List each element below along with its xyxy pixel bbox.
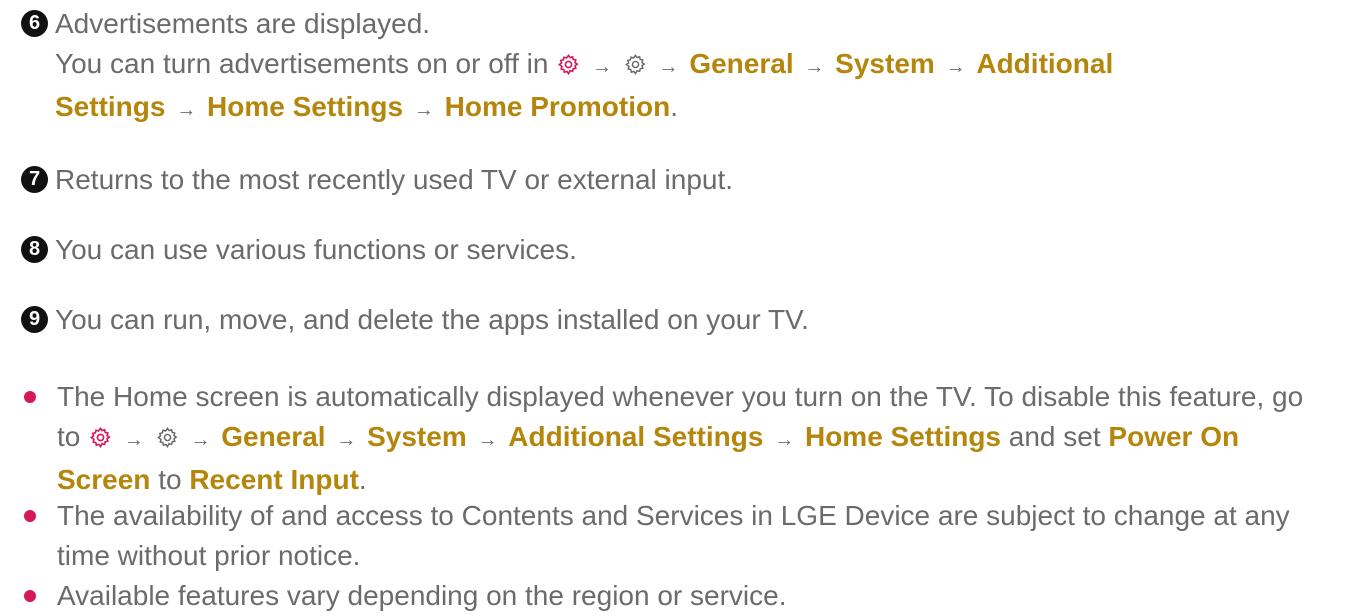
arrow-right-icon: → xyxy=(336,429,357,451)
and-set-text: and set xyxy=(1008,421,1101,452)
item-text: You can run, move, and delete the apps i… xyxy=(55,304,809,335)
number-badge: 6 xyxy=(21,10,48,37)
arrow-right-icon: → xyxy=(774,429,795,451)
numbered-item-9: 9 You can run, move, and delete the apps… xyxy=(0,300,1353,340)
settings-quick-gear-icon xyxy=(558,53,579,76)
path-additional-settings: Additional Settings xyxy=(508,421,764,452)
bullet-item-home-screen: The Home screen is automatically display… xyxy=(0,377,1353,500)
path-system: System xyxy=(835,48,935,79)
arrow-right-icon: → xyxy=(176,99,197,121)
arrow-right-icon: → xyxy=(804,56,825,78)
number-badge: 7 xyxy=(21,166,48,193)
path-additional-a: Additional xyxy=(976,48,1114,79)
number-badge: 8 xyxy=(21,236,48,263)
number-badge: 9 xyxy=(21,306,48,333)
arrow-right-icon: → xyxy=(413,99,434,121)
bullet-text: Available features vary depending on the… xyxy=(57,580,787,611)
item-text: Returns to the most recently used TV or … xyxy=(55,164,734,195)
path-home-settings: Home Settings xyxy=(804,421,1001,452)
arrow-right-icon: → xyxy=(123,429,144,451)
settings-all-gear-icon xyxy=(156,427,178,448)
advertisement-setting-path: You can turn advertisements on or off in… xyxy=(55,44,1353,87)
arrow-right-icon: → xyxy=(591,56,612,78)
bullet-dot xyxy=(24,510,36,522)
path-intro: You can turn advertisements on or off in xyxy=(55,48,549,79)
path-general: General xyxy=(221,421,326,452)
to-text: to xyxy=(158,464,182,495)
item-text: Advertisements are displayed. xyxy=(55,8,431,39)
period: . xyxy=(358,464,367,495)
numbered-item-7: 7 Returns to the most recently used TV o… xyxy=(0,160,1353,200)
period: . xyxy=(670,91,678,122)
arrow-right-icon: → xyxy=(658,56,679,78)
bullet-dot xyxy=(24,391,36,403)
bullet-dot xyxy=(24,590,36,602)
arrow-right-icon: → xyxy=(945,56,966,78)
bullet-text: The availability of and access to Conten… xyxy=(57,500,1290,571)
bullet-item-availability: The availability of and access to Conten… xyxy=(0,496,1353,576)
path-additional-b: Settings xyxy=(55,91,166,122)
path-general: General xyxy=(689,48,794,79)
bullet-item-features: Available features vary depending on the… xyxy=(0,576,1353,616)
numbered-item-8: 8 You can use various functions or servi… xyxy=(0,230,1353,270)
arrow-right-icon: → xyxy=(477,429,498,451)
item-text: You can use various functions or service… xyxy=(55,234,577,265)
path-home-promotion: Home Promotion xyxy=(444,91,671,122)
settings-all-gear-icon xyxy=(624,54,646,75)
settings-quick-gear-icon xyxy=(90,426,111,449)
arrow-right-icon: → xyxy=(190,429,211,451)
path-home-settings: Home Settings xyxy=(207,91,404,122)
path-system: System xyxy=(367,421,467,452)
value-recent-input: Recent Input xyxy=(189,464,359,495)
numbered-item-6: 6 Advertisements are displayed. You can … xyxy=(0,4,1353,130)
advertisement-setting-path-cont: Settings → Home Settings → Home Promotio… xyxy=(55,87,1353,130)
